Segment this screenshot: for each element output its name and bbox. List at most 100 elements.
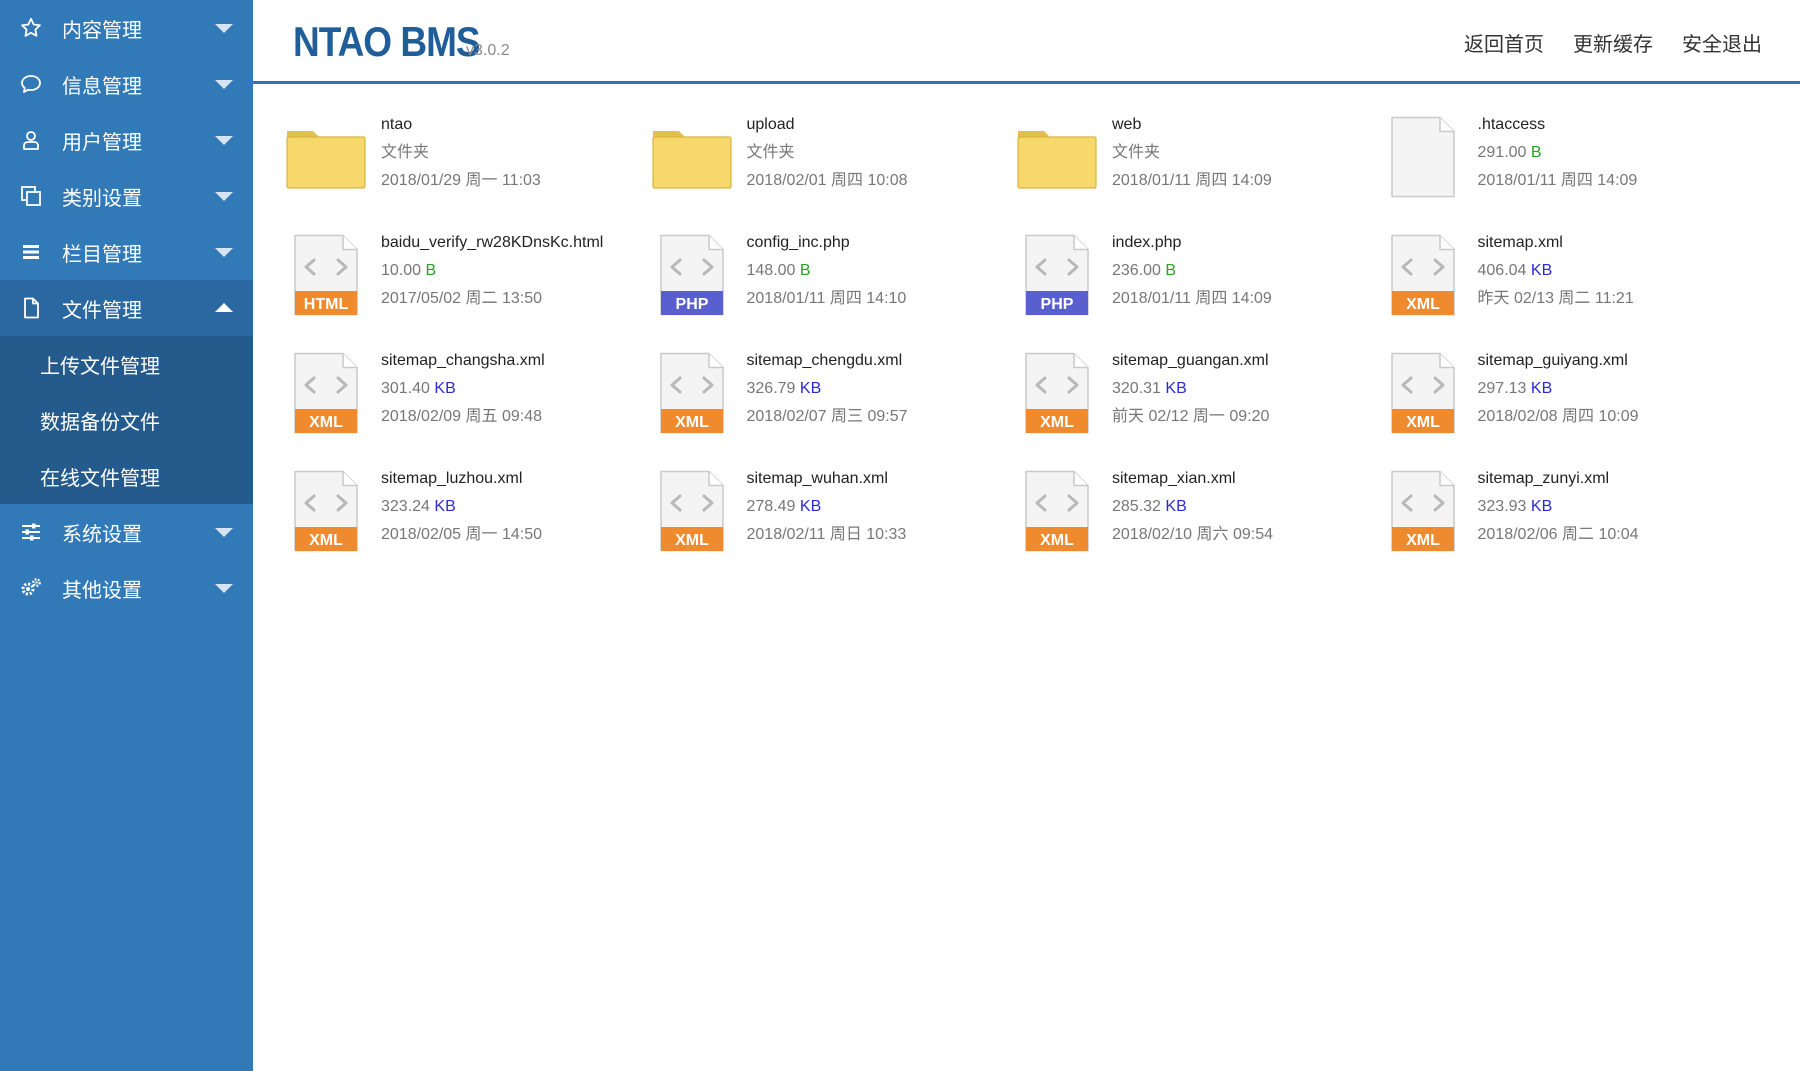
file-size: 323.93 KB xyxy=(1478,493,1639,521)
xml-file-icon[interactable]: XML xyxy=(1382,351,1464,435)
file-details: baidu_verify_rw28KDnsKc.html 10.00 B 2017/… xyxy=(381,229,603,313)
file-type-label: 文件夹 xyxy=(746,144,795,161)
sidebar-item-content[interactable]: 内容管理 xyxy=(0,0,253,56)
xml-file-icon[interactable]: XML xyxy=(285,469,367,553)
file-item[interactable]: XML sitemap_zunyi.xml 323.93 KB 2018/02/06 … xyxy=(1382,469,1748,587)
file-size-value: 148.00 xyxy=(746,262,796,279)
xml-file-icon[interactable]: XML xyxy=(1382,233,1464,317)
list-icon xyxy=(19,240,43,264)
file-name[interactable]: sitemap_xian.xml xyxy=(1112,465,1273,493)
file-name[interactable]: ntao xyxy=(381,111,541,139)
file-item[interactable]: XML sitemap_guangan.xml 320.31 KB 前天 02/12 … xyxy=(1016,351,1382,469)
file-name[interactable]: web xyxy=(1112,111,1272,139)
sidebar-item-info[interactable]: 信息管理 xyxy=(0,56,253,112)
file-name[interactable]: baidu_verify_rw28KDnsKc.html xyxy=(381,229,603,257)
file-name[interactable]: sitemap_changsha.xml xyxy=(381,347,545,375)
file-item[interactable]: PHP config_inc.php 148.00 B 2018/01/11 周四 1… xyxy=(651,233,1017,351)
xml-file-icon[interactable]: XML xyxy=(1016,469,1098,553)
file-size-unit: KB xyxy=(434,380,456,397)
file-size: 291.00 B xyxy=(1478,139,1638,167)
file-size: 323.24 KB xyxy=(381,493,542,521)
file-modified-date: 2018/02/06 周二 10:04 xyxy=(1477,526,1639,543)
file-item[interactable]: XML sitemap_wuhan.xml 278.49 KB 2018/02/11 … xyxy=(651,469,1017,587)
file-size: 10.00 B xyxy=(381,257,603,285)
folder-icon[interactable] xyxy=(1016,115,1098,199)
file-details: sitemap_guiyang.xml 297.13 KB 2018/02/08 周… xyxy=(1478,347,1639,431)
file-size: 301.40 KB xyxy=(381,375,545,403)
file-size-unit: KB xyxy=(1530,498,1553,515)
sidebar-subitem-backup-files[interactable]: 数据备份文件 xyxy=(0,392,253,448)
chat-bubble-icon xyxy=(19,72,43,96)
refresh-cache-link[interactable]: 更新缓存 xyxy=(1573,28,1653,57)
svg-text:XML: XML xyxy=(675,532,709,549)
svg-text:XML: XML xyxy=(1406,532,1440,549)
file-modified-date: 2018/02/11 周日 10:33 xyxy=(746,526,907,543)
file-item[interactable]: XML sitemap_luzhou.xml 323.24 KB 2018/02/05… xyxy=(285,469,651,587)
file-name[interactable]: .htaccess xyxy=(1478,111,1638,139)
file-item[interactable]: XML sitemap_changsha.xml 301.40 KB 2018/02/… xyxy=(285,351,651,469)
file-size-unit: KB xyxy=(1165,380,1187,397)
file-size-value: 320.31 xyxy=(1112,380,1161,397)
sidebar-item-categories[interactable]: 类别设置 xyxy=(0,168,253,224)
gears-icon xyxy=(19,576,43,600)
file-name[interactable]: sitemap_guangan.xml xyxy=(1112,347,1269,375)
sidebar-item-columns[interactable]: 栏目管理 xyxy=(0,224,253,280)
sidebar-subitem-online-files[interactable]: 在线文件管理 xyxy=(0,448,253,504)
file-item[interactable]: .htaccess 291.00 B 2018/01/11 周四 14:09 xyxy=(1382,115,1748,233)
home-link[interactable]: 返回首页 xyxy=(1464,28,1544,57)
file-name[interactable]: sitemap_wuhan.xml xyxy=(747,465,907,493)
php-file-icon[interactable]: PHP xyxy=(651,233,733,317)
file-item[interactable]: XML sitemap_guiyang.xml 297.13 KB 2018/02/0… xyxy=(1382,351,1748,469)
file-name[interactable]: sitemap_chengdu.xml xyxy=(747,347,908,375)
svg-text:XML: XML xyxy=(1406,414,1440,431)
file-item[interactable]: XML sitemap_xian.xml 285.32 KB 2018/02/10 周… xyxy=(1016,469,1382,587)
sidebar-item-files[interactable]: 文件管理 xyxy=(0,280,253,336)
file-name[interactable]: index.php xyxy=(1112,229,1272,257)
file-details: web 文件夹 2018/01/11 周四 14:09 xyxy=(1112,111,1272,195)
sidebar-item-label: 系统设置 xyxy=(62,523,142,546)
folder-item[interactable]: ntao 文件夹 2018/01/29 周一 11:03 xyxy=(285,115,651,233)
svg-text:PHP: PHP xyxy=(1041,296,1074,313)
file-name[interactable]: upload xyxy=(747,111,908,139)
file-name[interactable]: sitemap_zunyi.xml xyxy=(1478,465,1639,493)
sidebar-item-label: 栏目管理 xyxy=(62,243,142,266)
file-name[interactable]: sitemap_luzhou.xml xyxy=(381,465,542,493)
file-size-unit: B xyxy=(425,262,437,279)
file-name[interactable]: sitemap_guiyang.xml xyxy=(1478,347,1639,375)
html-file-icon[interactable]: HTML xyxy=(285,233,367,317)
sidebar-item-label: 类别设置 xyxy=(62,187,142,210)
file-name[interactable]: sitemap.xml xyxy=(1478,229,1634,257)
file-item[interactable]: XML sitemap.xml 406.04 KB 昨天 02/13 周二 11:21 xyxy=(1382,233,1748,351)
folder-icon[interactable] xyxy=(285,115,367,199)
logout-link[interactable]: 安全退出 xyxy=(1682,28,1762,57)
brand-logo[interactable]: NTAO BMS xyxy=(293,19,481,66)
blank-file-icon[interactable] xyxy=(1382,115,1464,199)
file-name[interactable]: config_inc.php xyxy=(747,229,907,257)
xml-file-icon[interactable]: XML xyxy=(1382,469,1464,553)
sidebar-item-system[interactable]: 系统设置 xyxy=(0,504,253,560)
php-file-icon[interactable]: PHP xyxy=(1016,233,1098,317)
xml-file-icon[interactable]: XML xyxy=(285,351,367,435)
folder-icon[interactable] xyxy=(651,115,733,199)
file-modified-date: 2018/01/11 周四 14:09 xyxy=(1112,290,1272,307)
file-modified-date: 2018/02/07 周三 09:57 xyxy=(746,408,908,425)
file-size-unit: KB xyxy=(434,498,456,515)
folder-item[interactable]: web 文件夹 2018/01/11 周四 14:09 xyxy=(1016,115,1382,233)
svg-text:XML: XML xyxy=(1406,296,1440,313)
sidebar-subitem-upload-files[interactable]: 上传文件管理 xyxy=(0,336,253,392)
chevron-down-icon xyxy=(215,584,233,593)
file-item[interactable]: PHP index.php 236.00 B 2018/01/11 周四 14:09 xyxy=(1016,233,1382,351)
folder-item[interactable]: upload 文件夹 2018/02/01 周四 10:08 xyxy=(651,115,1017,233)
xml-file-icon[interactable]: XML xyxy=(651,351,733,435)
file-details: sitemap_xian.xml 285.32 KB 2018/02/10 周六 0… xyxy=(1112,465,1273,549)
file-item[interactable]: XML sitemap_chengdu.xml 326.79 KB 2018/02/0… xyxy=(651,351,1017,469)
file-size-unit: B xyxy=(1165,262,1177,279)
xml-file-icon[interactable]: XML xyxy=(1016,351,1098,435)
sidebar-item-other[interactable]: 其他设置 xyxy=(0,560,253,616)
file-size-unit: B xyxy=(799,262,811,279)
sidebar-item-users[interactable]: 用户管理 xyxy=(0,112,253,168)
sidebar-item-label: 内容管理 xyxy=(62,19,142,42)
svg-text:PHP: PHP xyxy=(675,296,708,313)
xml-file-icon[interactable]: XML xyxy=(651,469,733,553)
file-item[interactable]: HTML baidu_verify_rw28KDnsKc.html 10.00 B2… xyxy=(285,233,651,351)
